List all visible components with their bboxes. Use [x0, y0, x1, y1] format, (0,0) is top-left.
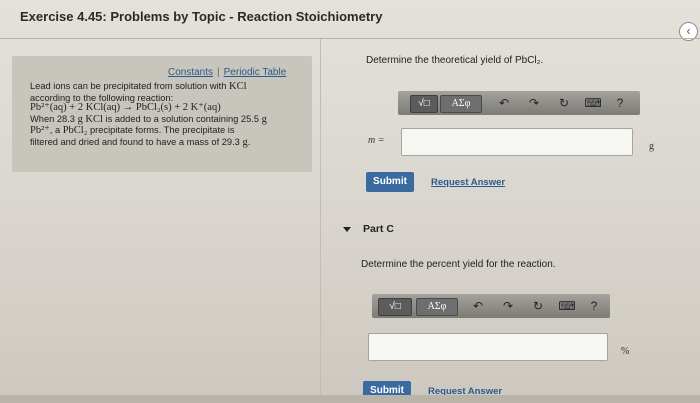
partc-heading[interactable]: Part C: [363, 223, 394, 235]
redo-icon[interactable]: ↷: [500, 298, 516, 314]
problem-text: Lead ions can be precipitated from solut…: [30, 81, 308, 149]
page-background: Exercise 4.45: Problems by Topic - React…: [0, 0, 700, 403]
partb-answer-input[interactable]: [401, 128, 633, 156]
column-divider: [320, 39, 321, 403]
partb-submit-button[interactable]: Submit: [366, 172, 414, 192]
reset-icon[interactable]: ↻: [530, 298, 546, 314]
formula-kcl: KCl: [85, 113, 103, 125]
partb-unit: g: [649, 141, 654, 152]
formula-kcl: KCl: [228, 81, 247, 92]
problem-line-4: When 28.3 g KCl is added to a solution c…: [30, 114, 308, 126]
problem-text-segment: When 28.3: [30, 113, 75, 124]
keyboard-icon[interactable]: ⌨: [584, 95, 602, 111]
unit-g: g: [261, 113, 267, 125]
help-icon[interactable]: ?: [586, 298, 602, 314]
template-icon[interactable]: √□: [378, 298, 412, 316]
problem-text-segment: filtered and dried and found to have a m…: [30, 136, 240, 147]
constants-link[interactable]: Constants: [168, 67, 213, 78]
partc-question: Determine the percent yield for the reac…: [361, 259, 556, 270]
link-separator: |: [217, 67, 220, 78]
unit-g: g: [77, 113, 83, 125]
problem-text-segment: Lead ions can be precipitated from solut…: [30, 81, 227, 91]
reset-icon[interactable]: ↻: [556, 95, 572, 111]
partc-answer-input[interactable]: [368, 333, 608, 361]
partc-unit: %: [621, 346, 630, 357]
mass-variable-label: m =: [368, 135, 385, 146]
template-icon[interactable]: √□: [410, 95, 438, 113]
formula-pb-ion: Pb²⁺: [30, 125, 50, 137]
greek-symbols-icon[interactable]: ΑΣφ: [416, 298, 458, 316]
formula-pbcl2: PbCl₂: [62, 125, 88, 137]
reference-links: Constants | Periodic Table: [168, 67, 286, 78]
header-divider: [0, 38, 700, 39]
problem-text-segment: precipitate forms. The precipitate is: [89, 125, 235, 136]
partb-question: Determine the theoretical yield of PbCl₂…: [366, 55, 544, 66]
greek-symbols-icon[interactable]: ΑΣφ: [440, 95, 482, 113]
undo-icon[interactable]: ↶: [496, 95, 512, 111]
partb-request-answer-link[interactable]: Request Answer: [431, 177, 505, 188]
redo-icon[interactable]: ↷: [526, 95, 542, 111]
help-icon[interactable]: ?: [612, 95, 628, 111]
keyboard-icon[interactable]: ⌨: [558, 298, 576, 314]
periodic-table-link[interactable]: Periodic Table: [224, 67, 287, 78]
problem-text-segment: , a: [49, 125, 61, 136]
reaction-equation: Pb²⁺(aq) + 2 KCl(aq) → PbCl₂(s) + 2 K⁺(a…: [30, 102, 221, 114]
problem-line-5: Pb²⁺, a PbCl₂ precipitate forms. The pre…: [30, 125, 308, 137]
problem-line-1: Lead ions can be precipitated from solut…: [30, 81, 308, 93]
problem-text-segment: is added to a solution containing 25.5: [105, 113, 260, 124]
partc-math-toolbar: √□ ΑΣφ ↶ ↷ ↻ ⌨ ?: [372, 294, 610, 318]
undo-icon[interactable]: ↶: [470, 298, 486, 314]
problem-text-segment: .: [247, 136, 251, 147]
partb-math-toolbar: √□ ΑΣφ ↶ ↷ ↻ ⌨ ?: [398, 91, 640, 115]
page-title: Exercise 4.45: Problems by Topic - React…: [20, 9, 383, 24]
problem-line-6: filtered and dried and found to have a m…: [30, 137, 308, 149]
bottom-edge: [0, 395, 700, 403]
collapse-caret-icon[interactable]: [343, 227, 351, 232]
